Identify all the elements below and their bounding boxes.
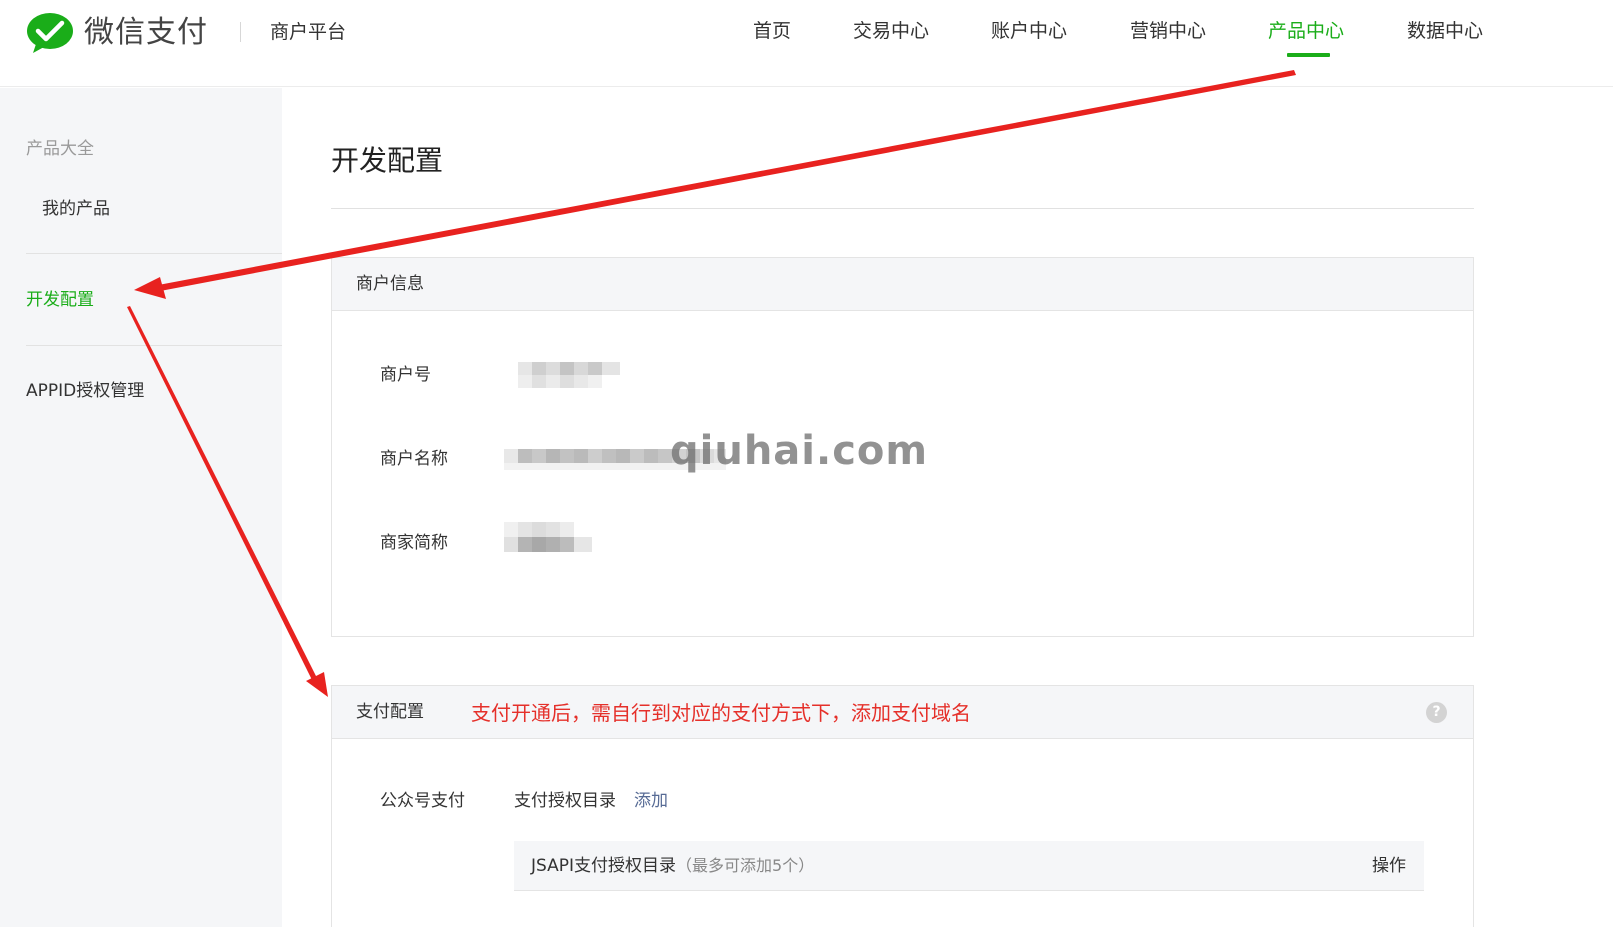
sidebar-divider xyxy=(26,345,282,346)
question-circle-icon[interactable]: ? xyxy=(1426,702,1447,723)
sidebar-divider xyxy=(26,253,282,254)
sidebar-item-appid-auth[interactable]: APPID授权管理 xyxy=(26,380,144,402)
jsapi-table-title-text: JSAPI支付授权目录 xyxy=(531,856,677,876)
payment-method-label: 公众号支付 xyxy=(380,791,465,811)
annotation-text: 支付开通后，需自行到对应的支付方式下，添加支付域名 xyxy=(471,701,971,725)
jsapi-table-note: （最多可添加5个） xyxy=(676,856,815,875)
merchant-id-label: 商户号 xyxy=(380,365,431,385)
top-nav: 首页 交易中心 账户中心 营销中心 产品中心 数据中心 xyxy=(0,18,1613,58)
payment-config-panel: 支付配置 支付开通后，需自行到对应的支付方式下，添加支付域名 ? 公众号支付 支… xyxy=(331,685,1474,927)
watermark: qiuhai.com xyxy=(670,428,929,474)
page-title: 开发配置 xyxy=(331,144,444,177)
jsapi-table-action-header: 操作 xyxy=(1372,856,1406,876)
nav-data-center[interactable]: 数据中心 xyxy=(1407,18,1483,44)
add-directory-link[interactable]: 添加 xyxy=(634,790,668,812)
merchant-info-header: 商户信息 xyxy=(332,258,1473,311)
payment-directory-label: 支付授权目录 xyxy=(514,791,616,811)
sidebar-group-title: 产品大全 xyxy=(26,139,94,159)
sidebar-item-my-products[interactable]: 我的产品 xyxy=(42,198,110,220)
jsapi-table-title: JSAPI支付授权目录（最多可添加5个） xyxy=(531,855,814,877)
merchant-info-title: 商户信息 xyxy=(356,274,424,294)
payment-config-header: 支付配置 支付开通后，需自行到对应的支付方式下，添加支付域名 ? xyxy=(332,686,1473,739)
nav-trade-center[interactable]: 交易中心 xyxy=(853,18,929,44)
merchant-name-label: 商户名称 xyxy=(380,449,448,469)
nav-product-center[interactable]: 产品中心 xyxy=(1268,18,1344,44)
merchant-id-value-masked xyxy=(518,362,622,388)
sidebar: 产品大全 我的产品 开发配置 APPID授权管理 xyxy=(0,88,282,927)
nav-home[interactable]: 首页 xyxy=(753,18,791,44)
top-header: 微信支付 商户平台 首页 交易中心 账户中心 营销中心 产品中心 数据中心 xyxy=(0,0,1613,87)
merchant-short-name-value-masked xyxy=(504,522,592,552)
payment-config-title: 支付配置 xyxy=(356,702,424,722)
jsapi-table-header: JSAPI支付授权目录（最多可添加5个） 操作 xyxy=(514,841,1424,891)
nav-marketing-center[interactable]: 营销中心 xyxy=(1130,18,1206,44)
title-divider xyxy=(331,208,1474,209)
sidebar-item-dev-config[interactable]: 开发配置 xyxy=(26,289,94,311)
nav-account-center[interactable]: 账户中心 xyxy=(991,18,1067,44)
nav-active-underline xyxy=(1287,53,1330,57)
merchant-short-name-label: 商家简称 xyxy=(380,533,448,553)
